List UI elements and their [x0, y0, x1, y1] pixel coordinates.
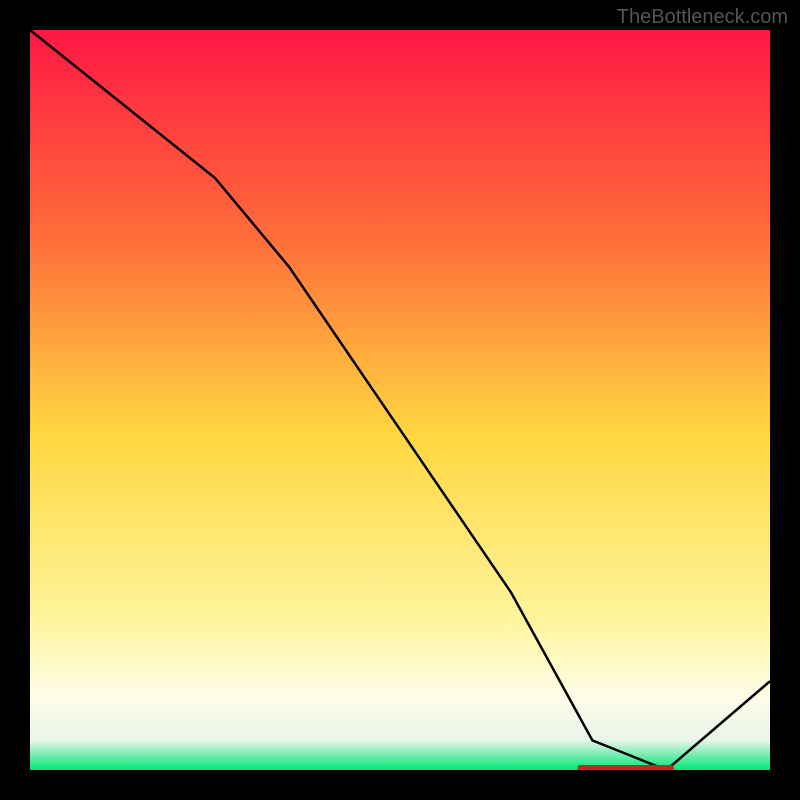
bottleneck-curve: [30, 30, 770, 770]
watermark-text: TheBottleneck.com: [617, 6, 788, 29]
plot-area: [30, 30, 770, 770]
